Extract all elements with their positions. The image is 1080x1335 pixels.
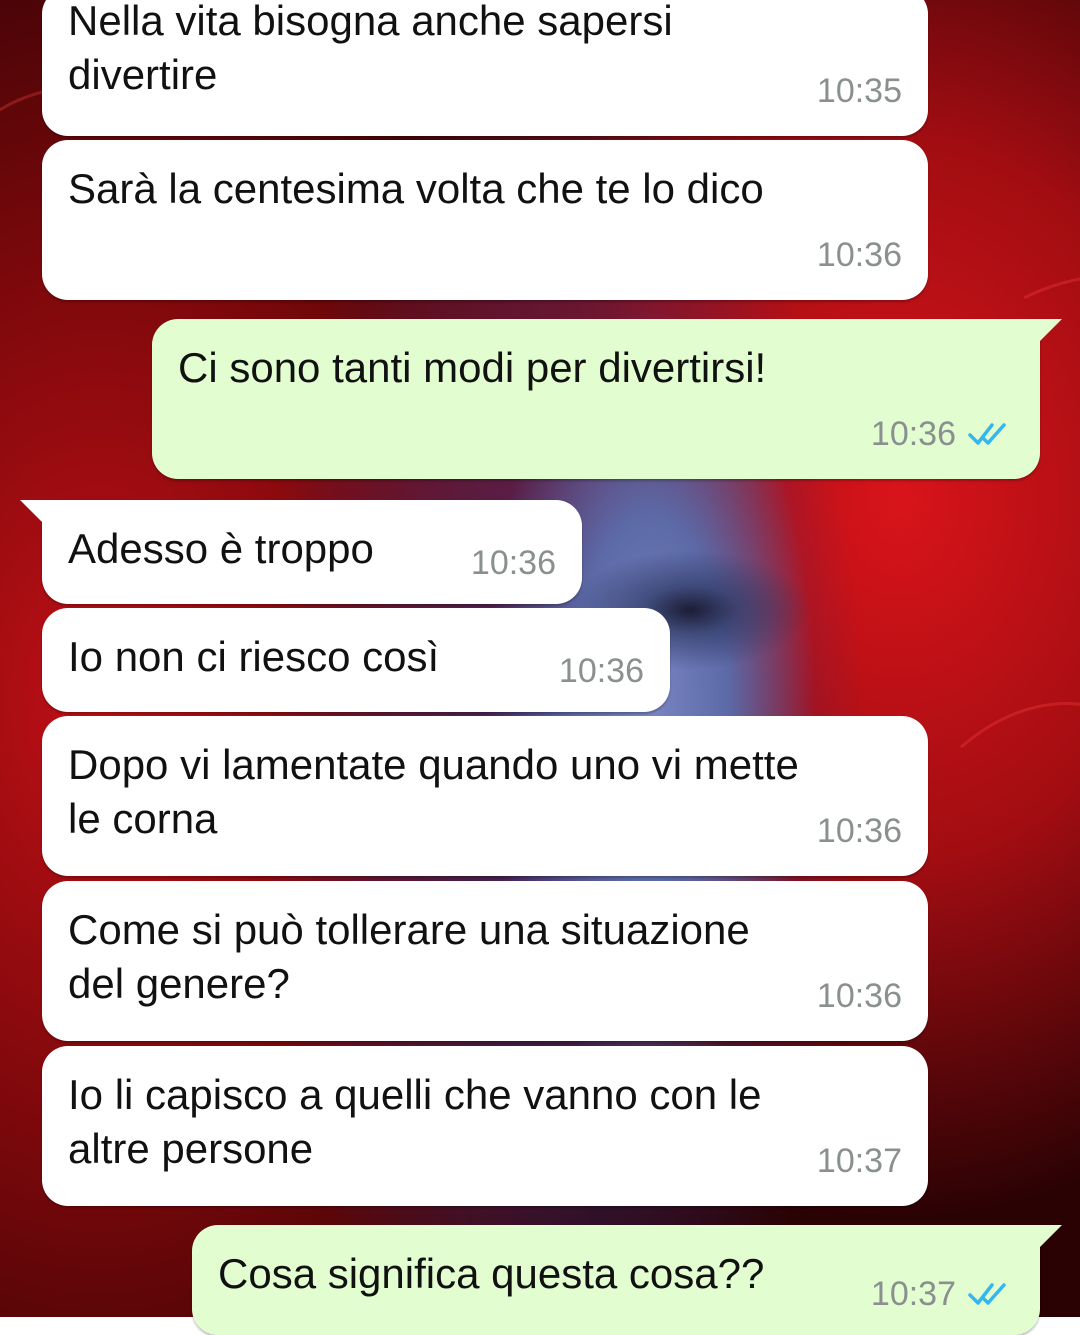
message-timestamp: 10:36 [816,812,902,850]
message-timestamp: 10:36 [816,977,902,1015]
message-bubble-incoming[interactable]: Nella vita bisogna anche sapersi diverti… [42,0,928,136]
message-text: Io non ci riesco così [68,633,440,680]
message-timestamp: 10:37 [816,1142,902,1180]
double-check-icon [968,1283,1006,1305]
message-timestamp: 10:35 [816,72,902,110]
double-check-icon [968,423,1006,445]
message-list[interactable]: Nella vita bisogna anche sapersi diverti… [0,0,1080,1335]
message-bubble-incoming[interactable]: Come si può tollerare una situazione del… [42,881,928,1041]
message-timestamp: 10:37 [870,1275,956,1313]
message-bubble-incoming[interactable]: Io li capisco a quelli che vanno con le … [42,1046,928,1206]
message-timestamp: 10:36 [870,415,956,453]
message-text: Adesso è troppo [68,525,374,572]
message-text: Come si può tollerare una situazione del… [68,906,750,1007]
message-bubble-incoming[interactable]: Adesso è troppo 10:36 [20,500,582,604]
message-bubble-incoming[interactable]: Io non ci riesco così 10:36 [42,608,670,712]
message-text: Ci sono tanti modi per divertirsi! [178,344,767,391]
message-bubble-incoming[interactable]: Sarà la centesima volta che te lo dico 1… [42,140,928,300]
bubble-tail [1034,1225,1062,1253]
message-text: Dopo vi lamentate quando uno vi mette le… [68,741,799,842]
bubble-tail [20,500,48,528]
message-bubble-incoming[interactable]: Dopo vi lamentate quando uno vi mette le… [42,716,928,876]
message-timestamp: 10:36 [470,544,556,582]
message-text: Cosa significa questa cosa?? [218,1250,765,1297]
message-bubble-outgoing[interactable]: Cosa significa questa cosa?? 10:37 [192,1225,1062,1335]
message-text: Io li capisco a quelli che vanno con le … [68,1071,762,1172]
message-bubble-outgoing[interactable]: Ci sono tanti modi per divertirsi! 10:36 [152,319,1062,479]
message-text: Nella vita bisogna anche sapersi diverti… [68,0,673,98]
message-timestamp: 10:36 [816,236,902,274]
message-timestamp: 10:36 [558,652,644,690]
message-text: Sarà la centesima volta che te lo dico [68,165,764,212]
bubble-tail [1034,319,1062,347]
